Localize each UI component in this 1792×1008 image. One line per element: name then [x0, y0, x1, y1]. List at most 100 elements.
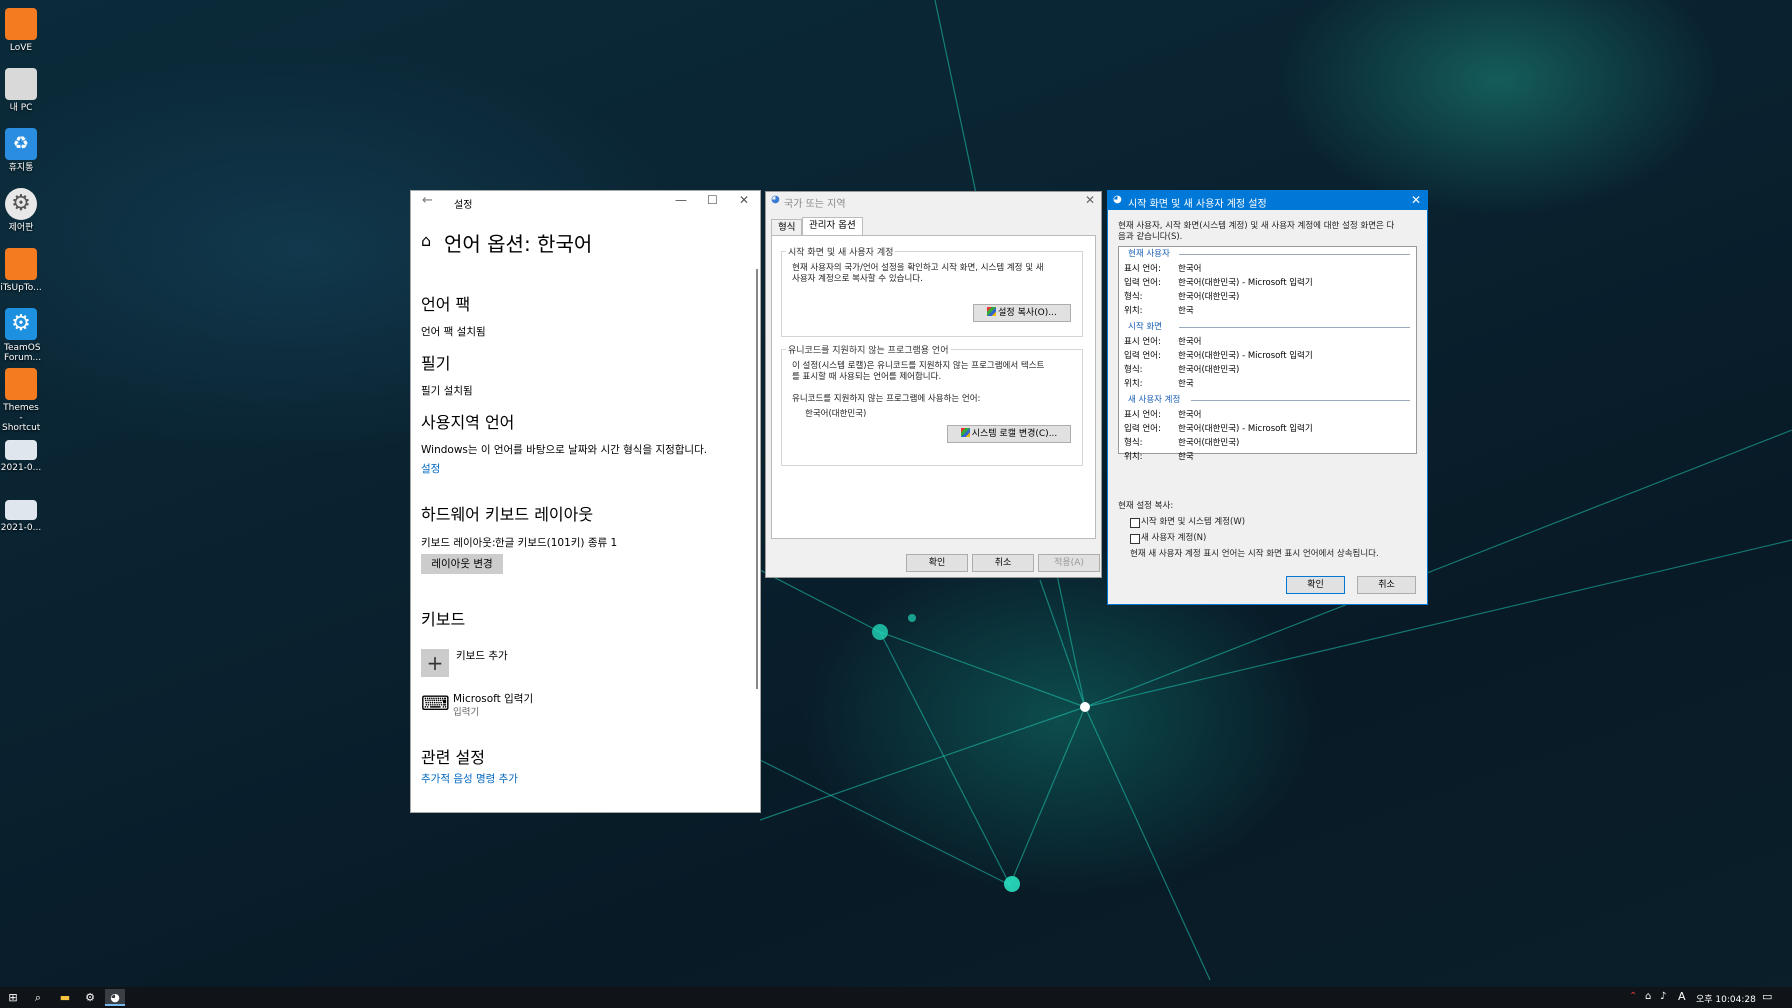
newuser-ok-button[interactable]: 확인 — [1286, 576, 1345, 594]
group2-title: 유니코드를 지원하지 않는 프로그램용 언어 — [786, 343, 951, 356]
file-explorer-icon[interactable]: ▬ — [55, 989, 75, 1006]
row-key: 형식: — [1124, 438, 1143, 448]
row-value: 한국어 — [1178, 264, 1202, 274]
section-new-user: 새 사용자 계정 — [1128, 395, 1181, 405]
row-value: 한국어 — [1178, 337, 1202, 347]
desktop-icon-recycle-bin[interactable]: ♻ 휴지통 — [0, 122, 42, 173]
row-key: 입력 언어: — [1124, 424, 1161, 434]
taskbar: ⊞ ⌕ ▬ ⚙ ◕ ⌃ ⌂ ♪ A 오후 10:04:28 ▭ — [0, 987, 1792, 1008]
settings-summary-list[interactable]: 현재 사용자 표시 언어: 한국어 입력 언어: 한국어(대한민국) - Micro… — [1118, 246, 1417, 462]
control-panel-icon: ⚙ — [5, 188, 37, 220]
region-globe-icon: ◕ — [771, 194, 780, 205]
volume-icon[interactable]: ♪ — [1660, 991, 1666, 1002]
uac-shield-icon — [960, 428, 970, 437]
page-title: 언어 옵션: 한국어 — [444, 232, 593, 256]
row-key: 위치: — [1124, 379, 1143, 389]
close-icon[interactable]: ✕ — [1411, 193, 1421, 207]
row-key: 형식: — [1124, 292, 1143, 302]
section-welcome-screen: 시작 화면 — [1128, 322, 1162, 332]
regional-heading: 사용지역 언어 — [421, 413, 515, 432]
desktop-icon-this-pc[interactable]: 내 PC — [0, 62, 42, 113]
region-window: ◕ 국가 또는 지역 ✕ 형식 관리자 옵션 시작 화면 및 새 사용자 계정 … — [765, 191, 1102, 578]
clock[interactable]: 오후 10:04:28 — [1696, 992, 1756, 1005]
keyboard-heading: 키보드 — [421, 610, 466, 629]
region-app-icon[interactable]: ◕ — [105, 989, 125, 1006]
change-layout-button[interactable]: 레이아웃 변경 — [421, 554, 503, 574]
minimize-icon[interactable]: — — [675, 193, 687, 207]
section-divider — [1191, 400, 1410, 401]
keyboard-icon: ⌨ — [421, 691, 450, 715]
row-key: 표시 언어: — [1124, 264, 1161, 274]
change-locale-label: 시스템 로캘 변경(C)... — [971, 429, 1058, 439]
copy-label: 현재 설정 복사: — [1118, 501, 1174, 511]
row-value: 한국 — [1178, 452, 1194, 462]
notification-icon[interactable]: ▭ — [1762, 990, 1772, 1003]
teamos-gear-icon: ⚙ — [5, 308, 37, 340]
row-value: 한국어(대한민국) — [1178, 438, 1240, 448]
region-ok-button[interactable]: 확인 — [906, 554, 968, 572]
row-key: 입력 언어: — [1124, 278, 1161, 288]
add-keyboard-label[interactable]: 키보드 추가 — [456, 648, 508, 663]
uac-shield-icon — [987, 307, 997, 316]
row-key: 위치: — [1124, 452, 1143, 462]
new-user-checkbox[interactable] — [1130, 534, 1140, 544]
row-value: 한국어(대한민국) — [1178, 365, 1240, 375]
related-voice-link[interactable]: 추가적 음성 명령 추가 — [421, 771, 518, 786]
desktop-icon-file-1[interactable]: 2021-0... — [0, 432, 42, 473]
themes-shortcut-icon — [5, 368, 37, 400]
intro-line2: 음과 같습니다(S). — [1118, 232, 1183, 242]
globe-icon: ◕ — [1113, 194, 1122, 205]
region-apply-button[interactable]: 적용(A) — [1038, 554, 1100, 572]
desktop-icon-themes[interactable]: Themes - Shortcut — [0, 362, 42, 433]
desktop-icon-control-panel[interactable]: ⚙ 제어판 — [0, 182, 42, 233]
welcome-system-label[interactable]: 시작 화면 및 시스템 계정(W) — [1141, 517, 1245, 527]
close-icon[interactable]: ✕ — [739, 193, 749, 207]
regional-settings-link[interactable]: 설정 — [421, 461, 440, 476]
desktop-icon-love[interactable]: LoVE — [0, 2, 42, 53]
new-user-label[interactable]: 새 사용자 계정(N) — [1141, 533, 1206, 543]
welcome-system-checkbox[interactable] — [1130, 518, 1140, 528]
search-icon[interactable]: ⌕ — [28, 989, 48, 1006]
regional-desc: Windows는 이 언어를 바탕으로 날짜와 시간 형식을 지정합니다. — [421, 444, 708, 456]
row-key: 형식: — [1124, 365, 1143, 375]
maximize-icon[interactable]: ☐ — [707, 193, 718, 207]
settings-window: ← 설정 — ☐ ✕ ⌂ 언어 옵션: 한국어 언어 팩 언어 팩 설치됨 필기… — [410, 190, 761, 813]
start-icon[interactable]: ⊞ — [3, 989, 23, 1006]
group2-desc-line2: 를 표시할 때 사용되는 언어를 제어합니다. — [792, 372, 942, 382]
tray-chevron-icon[interactable]: ⌃ — [1629, 991, 1637, 1002]
hw-keyboard-heading: 하드웨어 키보드 레이아웃 — [421, 505, 594, 524]
newuser-cancel-button[interactable]: 취소 — [1357, 576, 1416, 594]
row-value: 한국어 — [1178, 410, 1202, 420]
copy-settings-button[interactable]: 설정 복사(O)... — [973, 304, 1071, 322]
tab-admin[interactable]: 관리자 옵션 — [802, 217, 863, 237]
desktop-icon-teamos[interactable]: ⚙ TeamOS Forum... — [0, 302, 42, 363]
desktop-icon-itsupto[interactable]: iTsUpTo... — [0, 242, 42, 293]
ime-indicator[interactable]: A — [1678, 990, 1686, 1003]
row-value: 한국어(대한민국) — [1178, 292, 1240, 302]
row-value: 한국어(대한민국) - Microsoft 입력기 — [1178, 278, 1313, 288]
back-arrow-icon[interactable]: ← — [422, 193, 433, 208]
row-value: 한국어(대한민국) - Microsoft 입력기 — [1178, 424, 1313, 434]
add-keyboard-plus-icon[interactable]: + — [421, 649, 449, 677]
settings-icon[interactable]: ⚙ — [80, 989, 100, 1006]
inherit-note: 현재 새 사용자 계정 표시 언어는 시작 화면 표시 언어에서 상속됩니다. — [1130, 549, 1379, 559]
section-current-user: 현재 사용자 — [1128, 249, 1170, 259]
region-titlebar: ◕ 국가 또는 지역 ✕ — [766, 192, 1101, 210]
network-icon[interactable]: ⌂ — [1645, 991, 1651, 1002]
desktop-icon-file-2[interactable]: 2021-0... — [0, 492, 42, 533]
row-key: 표시 언어: — [1124, 410, 1161, 420]
ime-type: 입력기 — [453, 707, 480, 718]
home-icon[interactable]: ⌂ — [421, 231, 431, 250]
language-pack-heading: 언어 팩 — [421, 295, 471, 314]
current-language-value: 한국어(대한민국) — [805, 409, 867, 419]
group1-desc-line1: 현재 사용자의 국가/언어 설정을 확인하고 시작 화면, 시스템 계정 및 새 — [792, 263, 1044, 273]
close-icon[interactable]: ✕ — [1085, 193, 1095, 207]
recycle-bin-icon: ♻ — [5, 128, 37, 160]
copy-settings-label: 설정 복사(O)... — [998, 308, 1057, 318]
keyboard-layout-label: 키보드 레이아웃: — [421, 537, 496, 549]
change-system-locale-button[interactable]: 시스템 로캘 변경(C)... — [947, 425, 1071, 443]
tab-format[interactable]: 형식 — [771, 219, 803, 236]
region-cancel-button[interactable]: 취소 — [972, 554, 1034, 572]
settings-scrollbar[interactable] — [756, 269, 758, 689]
group1-title: 시작 화면 및 새 사용자 계정 — [786, 245, 896, 258]
